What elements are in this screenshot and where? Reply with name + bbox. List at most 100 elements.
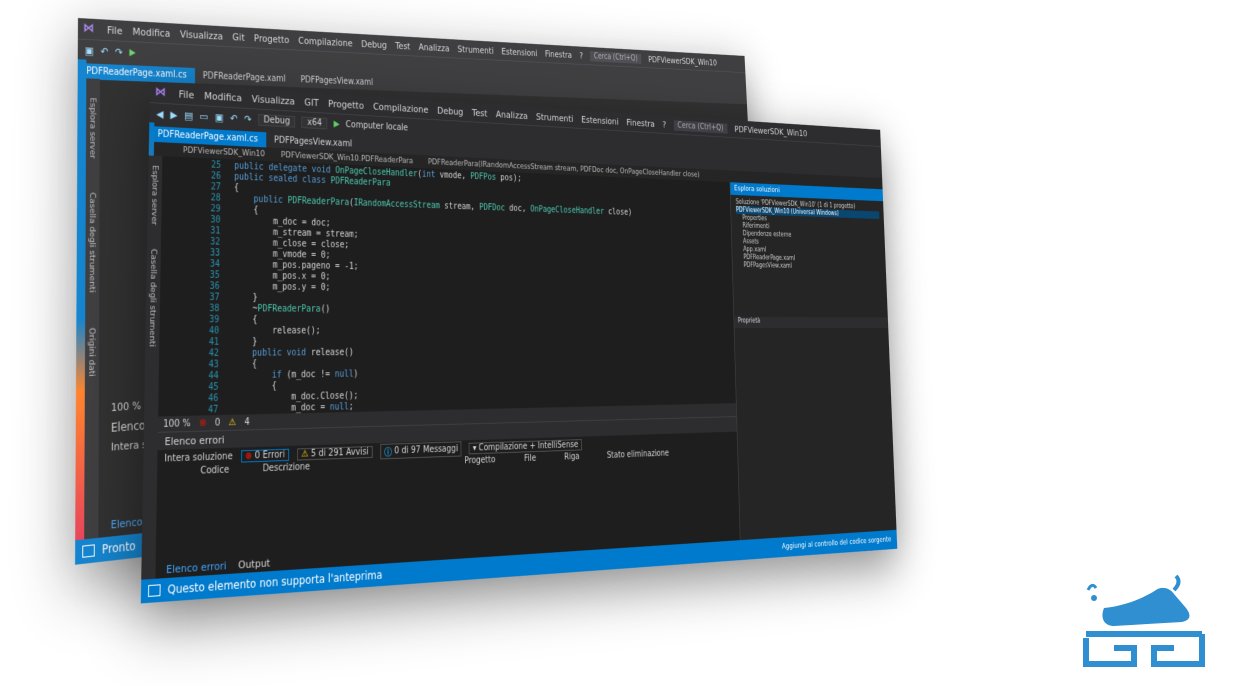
errors-filter-button[interactable]: ⊗ 0 Errori: [241, 448, 290, 463]
column-progetto[interactable]: Progetto: [464, 455, 495, 469]
back-nav-icon[interactable]: ◀: [156, 108, 163, 120]
back-status-icon: [82, 544, 95, 558]
info-icon: ⓘ: [384, 447, 392, 458]
back-undo-icon[interactable]: ↶: [100, 45, 108, 57]
solution-explorer: Esplora soluzioni Soluzione 'PDFViewerSD…: [729, 182, 897, 541]
status-icon: [148, 584, 161, 597]
back-menu-visualizza[interactable]: Visualizza: [180, 28, 223, 42]
properties-header: Proprietà: [734, 316, 889, 329]
code-line[interactable]: {: [233, 315, 734, 327]
line-number: 43: [208, 359, 219, 371]
back-redo-icon[interactable]: ↷: [115, 46, 123, 58]
line-number: 42: [208, 348, 219, 359]
back-menu-test[interactable]: Test: [395, 40, 410, 52]
back-menu-analizza[interactable]: Analizza: [418, 41, 449, 53]
menu-progetto[interactable]: Progetto: [328, 98, 364, 112]
configuration-select[interactable]: Debug: [257, 113, 296, 128]
menu-help[interactable]: ?: [662, 119, 666, 130]
run-icon[interactable]: ▶: [334, 119, 340, 129]
menu-strumenti[interactable]: Strumenti: [536, 111, 573, 124]
open-icon[interactable]: ▭: [199, 110, 208, 122]
panel-tab-output[interactable]: Output: [235, 556, 274, 571]
side-server-explorer[interactable]: Esplora server: [149, 165, 159, 225]
panel-tab-error-list[interactable]: Elenco errori: [162, 559, 229, 576]
menu-git[interactable]: GIT: [304, 96, 319, 108]
menu-debug[interactable]: Debug: [437, 105, 463, 118]
column-riga[interactable]: Riga: [564, 452, 580, 465]
back-search-box[interactable]: Cerca (Ctrl+Q): [590, 50, 642, 64]
window-title: PDFViewerSDK_Win10: [734, 123, 808, 139]
side-toolbox[interactable]: Casella degli strumenti: [147, 249, 157, 347]
menu-file[interactable]: File: [179, 88, 195, 101]
scope-select[interactable]: Intera soluzione: [164, 451, 232, 464]
undo-icon[interactable]: ↶: [230, 112, 238, 124]
new-project-icon[interactable]: ▤: [184, 109, 193, 121]
column-codice[interactable]: Codice: [200, 465, 229, 479]
code-editor: 25 26 27 28 29 30 31 32 33 34 35 36 37 38 39 40 41 42 43 44…: [155, 156, 740, 579]
back-side-toolbox[interactable]: Casella degli strumenti: [87, 192, 96, 292]
line-number: 41: [208, 337, 220, 348]
back-side-toolbars: Esplora server Casella degli strumenti O…: [84, 78, 100, 540]
menu-estensioni[interactable]: Estensioni: [581, 114, 619, 127]
messages-filter-button[interactable]: ⓘ 0 di 97 Messaggi: [380, 440, 462, 459]
menu-finestra[interactable]: Finestra: [626, 117, 654, 129]
platform-select[interactable]: x64: [301, 116, 328, 129]
code-area[interactable]: 25 26 27 28 29 30 31 32 33 34 35 36 37 38 39 40 41 42 43 44…: [158, 156, 736, 417]
menu-analizza[interactable]: Analizza: [496, 108, 528, 121]
menu-modifica[interactable]: Modifica: [204, 90, 242, 104]
front-body: Esplora server Casella degli strumenti 2…: [141, 155, 897, 580]
back-menu-finestra[interactable]: Finestra: [545, 48, 572, 60]
line-number: 35: [209, 270, 220, 281]
back-menu-compilazione[interactable]: Compilazione: [298, 34, 353, 48]
warning-indicator-icon: ⚠: [228, 417, 237, 428]
back-tab-reader-xaml[interactable]: PDFReaderPage.xaml: [195, 68, 294, 87]
back-window-title: PDFViewerSDK_Win10: [647, 53, 718, 68]
forward-nav-icon[interactable]: ▶: [170, 108, 177, 120]
save-all-icon[interactable]: ▣: [215, 111, 224, 123]
error-indicator-icon: ⊗: [199, 417, 207, 429]
errors-filter-label: 0 Errori: [254, 449, 285, 461]
back-menu-strumenti[interactable]: Strumenti: [457, 43, 493, 56]
back-menu-debug[interactable]: Debug: [361, 38, 387, 50]
menu-visualizza[interactable]: Visualizza: [252, 93, 295, 107]
brand-logo: [1083, 574, 1205, 667]
back-save-icon[interactable]: ▣: [85, 44, 94, 57]
column-file[interactable]: File: [524, 454, 536, 467]
back-menu-help[interactable]: ?: [579, 50, 583, 60]
warning-count[interactable]: 4: [244, 417, 249, 427]
back-tab-pagesview[interactable]: PDFPagesView.xaml: [293, 72, 380, 90]
error-count[interactable]: 0: [215, 417, 221, 428]
error-icon: ⊗: [245, 450, 253, 462]
back-menu-file[interactable]: File: [107, 24, 123, 37]
redo-icon[interactable]: ↷: [244, 113, 252, 125]
warnings-filter-button[interactable]: ⚠ 5 di 291 Avvisi: [297, 445, 373, 461]
menu-test[interactable]: Test: [472, 107, 488, 119]
back-menu-git[interactable]: Git: [232, 31, 244, 43]
source-control-button[interactable]: Aggiungi al controllo del codice sorgent…: [782, 536, 891, 552]
visual-studio-icon: ⋈: [154, 85, 167, 100]
back-side-data-sources[interactable]: Origini dati: [87, 328, 96, 377]
filter-icon: ▾: [472, 443, 477, 453]
editor-zoom[interactable]: 100 %: [163, 418, 191, 429]
column-descrizione[interactable]: Descrizione: [263, 462, 311, 477]
back-menu-progetto[interactable]: Progetto: [254, 32, 289, 45]
run-target-button[interactable]: Computer locale: [346, 120, 408, 133]
back-run-icon[interactable]: ▶: [129, 47, 135, 57]
column-stato[interactable]: Stato eliminazione: [607, 449, 669, 463]
back-menu-estensioni[interactable]: Estensioni: [501, 46, 537, 58]
messages-filter-label: 0 di 97 Messaggi: [394, 443, 459, 456]
code-text[interactable]: public delegate void OnPageCloseHandler(…: [227, 159, 736, 416]
search-box[interactable]: Cerca (Ctrl+Q): [673, 119, 728, 134]
back-menu-modifica[interactable]: Modifica: [132, 25, 170, 39]
back-side-server-explorer[interactable]: Esplora server: [88, 97, 97, 158]
warnings-filter-label: 5 di 291 Avvisi: [310, 446, 369, 459]
scene: ⋈ File Modifica Visualizza Git Progetto …: [0, 0, 1240, 686]
build-intellisense-label: Compilazione + IntelliSense: [478, 439, 579, 453]
menu-compilazione[interactable]: Compilazione: [373, 100, 428, 115]
line-number: 36: [209, 281, 220, 292]
warning-icon: ⚠: [301, 448, 309, 460]
front-ide-window: ⋈ File Modifica Visualizza GIT Progetto …: [140, 82, 898, 604]
back-zoom-level[interactable]: 100 %: [111, 399, 141, 414]
line-number: 37: [209, 292, 220, 303]
line-number: 44: [208, 370, 219, 382]
